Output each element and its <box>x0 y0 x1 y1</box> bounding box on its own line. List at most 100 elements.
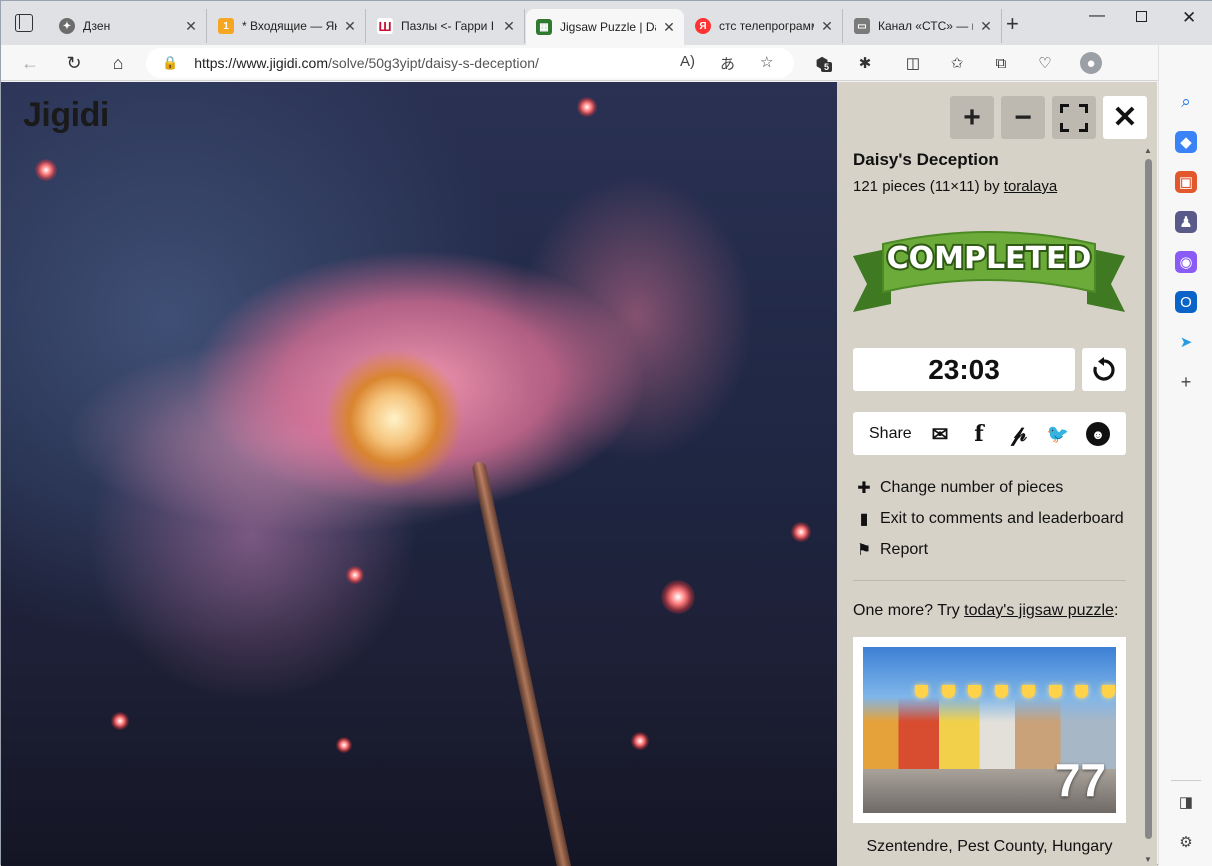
refresh-button[interactable]: ↻ <box>62 51 86 75</box>
change-pieces-link[interactable]: ✚ Change number of pieces <box>853 477 1063 499</box>
puzzle-title: Daisy's Deception <box>853 150 999 169</box>
edge-sidebar: ⌕ ◆ ▣ ♟ ◉ O ➤ + ◨ ⚙ <box>1158 45 1212 866</box>
tab-title: Jigsaw Puzzle | Da <box>560 20 656 34</box>
menu-label: Report <box>880 541 929 558</box>
tab-sts-program[interactable]: Я стс телепрограмм ✕ <box>685 9 843 43</box>
bokeh-light <box>791 522 811 542</box>
facebook-icon[interactable]: f <box>967 421 991 447</box>
tab-jigidi[interactable]: ▦ Jigsaw Puzzle | Da ✕ <box>526 9 684 45</box>
scroll-down-arrow[interactable]: ▼ <box>1144 855 1152 864</box>
zoom-in-button[interactable]: + <box>950 96 994 139</box>
puzzle-day-number: 77 <box>1054 754 1106 806</box>
tab-mail[interactable]: 1 * Входящие — Ян ✕ <box>208 9 366 43</box>
office-icon[interactable]: ◉ <box>1175 251 1197 273</box>
performance-icon[interactable]: ♡ <box>1034 52 1056 74</box>
completed-ribbon: COMPLETED <box>853 231 1125 312</box>
completed-label: COMPLETED <box>887 241 1092 276</box>
share-bar: Share ✉ f 𝓅 🐦 ☻ <box>853 412 1126 455</box>
extensions-icon[interactable]: ✱ <box>854 52 876 74</box>
tab-close-icon[interactable]: ✕ <box>502 18 516 35</box>
tab-title: * Входящие — Ян <box>242 19 337 33</box>
tab-actions-icon[interactable] <box>15 14 33 32</box>
tab-close-icon[interactable]: ✕ <box>343 18 357 35</box>
puzzles-favicon-icon: Ш <box>377 18 393 34</box>
tab-sts-channel[interactable]: ▭ Канал «СТС» — п ✕ <box>844 9 1002 43</box>
close-puzzle-button[interactable]: ✕ <box>1103 96 1147 139</box>
monitor-favicon-icon: ▭ <box>854 18 870 34</box>
tab-puzzles[interactable]: Ш Пазлы <- Гарри I ✕ <box>367 9 525 43</box>
tab-close-icon[interactable]: ✕ <box>184 18 198 35</box>
fullscreen-button[interactable] <box>1052 96 1096 139</box>
exit-to-comments-link[interactable]: ▮ Exit to comments and leaderboard <box>853 508 1124 530</box>
share-label: Share <box>869 425 912 442</box>
flower-stem <box>471 460 573 866</box>
menu-label: Change number of pieces <box>880 479 1064 496</box>
tab-title: стс телепрограмм <box>719 19 814 33</box>
url-text: https://www.jigidi.com/solve/50g3yipt/da… <box>194 55 539 71</box>
tab-close-icon[interactable]: ✕ <box>979 18 993 35</box>
reddit-icon[interactable]: ☻ <box>1086 422 1110 446</box>
extension-count-badge: 5 <box>821 62 833 72</box>
games-icon[interactable]: ♟ <box>1175 211 1197 233</box>
favorite-star-icon[interactable]: ☆ <box>760 53 773 71</box>
zoom-out-button[interactable]: − <box>1001 96 1045 139</box>
back-button[interactable]: ← <box>18 51 42 75</box>
search-icon[interactable]: ⌕ <box>1175 91 1197 113</box>
maximize-button[interactable] <box>1136 11 1147 22</box>
twitter-icon[interactable]: 🐦 <box>1046 422 1070 446</box>
outlook-icon[interactable]: O <box>1175 291 1197 313</box>
pinterest-icon[interactable]: 𝓅 <box>1007 421 1031 447</box>
todays-puzzle-thumbnail[interactable]: 77 <box>863 647 1116 813</box>
scroll-thumb[interactable] <box>1145 159 1152 839</box>
home-button[interactable]: ⌂ <box>106 51 130 75</box>
bokeh-light <box>336 737 352 753</box>
jigidi-logo[interactable]: Jigidi <box>23 96 109 135</box>
send-icon[interactable]: ➤ <box>1175 331 1197 353</box>
new-tab-button[interactable]: + <box>1006 13 1019 35</box>
read-aloud-icon[interactable]: A) <box>680 53 695 70</box>
address-toolbar: ← ↻ ⌂ 🔒 https://www.jigidi.com/solve/50g… <box>1 45 1212 81</box>
tools-icon[interactable]: ▣ <box>1175 171 1197 193</box>
tab-close-icon[interactable]: ✕ <box>820 18 834 35</box>
tab-title: Пазлы <- Гарри I <box>401 19 495 33</box>
collections-icon[interactable]: ⧉ <box>990 52 1012 74</box>
restart-icon <box>1093 356 1115 381</box>
sidebar-toggle-icon[interactable]: ◨ <box>1175 791 1197 813</box>
split-screen-icon[interactable]: ◫ <box>902 52 924 74</box>
panel-scrollbar[interactable]: ▲ ▼ <box>1142 144 1155 866</box>
tab-strip: ✦ Дзен ✕ 1 * Входящие — Ян ✕ Ш Пазлы <- … <box>1 1 1212 45</box>
profile-avatar[interactable]: ● <box>1080 52 1102 74</box>
tab-title: Канал «СТС» — п <box>878 19 973 33</box>
jigidi-favicon-icon: ▦ <box>536 19 552 35</box>
close-window-button[interactable]: ✕ <box>1182 8 1196 28</box>
lock-icon[interactable]: 🔒 <box>162 55 178 71</box>
email-icon[interactable]: ✉ <box>928 422 952 446</box>
translate-icon[interactable]: あ <box>720 53 735 74</box>
favorites-icon[interactable]: ✩ <box>946 52 968 74</box>
panel-divider <box>853 580 1126 581</box>
minimize-button[interactable]: — <box>1089 7 1105 25</box>
todays-puzzle-card[interactable]: 77 <box>853 637 1126 823</box>
yandex-favicon-icon: Я <box>695 18 711 34</box>
sidebar-divider <box>1171 780 1201 781</box>
flag-icon: ⚑ <box>856 542 872 559</box>
tab-title: Дзен <box>83 19 111 33</box>
bokeh-light <box>35 159 57 181</box>
tab-dzen[interactable]: ✦ Дзен ✕ <box>49 9 207 43</box>
menu-label: Exit to comments and leaderboard <box>880 510 1124 527</box>
street-lanterns <box>915 685 1115 705</box>
address-bar[interactable]: 🔒 https://www.jigidi.com/solve/50g3yipt/… <box>146 48 794 78</box>
todays-puzzle-link[interactable]: today's jigsaw puzzle <box>964 602 1114 619</box>
bokeh-light <box>661 580 695 614</box>
bokeh-light <box>111 712 129 730</box>
settings-gear-icon[interactable]: ⚙ <box>1175 831 1197 853</box>
restart-button[interactable] <box>1082 348 1126 391</box>
bokeh-light <box>346 566 364 584</box>
scroll-up-arrow[interactable]: ▲ <box>1144 146 1152 155</box>
report-link[interactable]: ⚑ Report <box>853 539 928 561</box>
author-link[interactable]: toralaya <box>1004 178 1057 195</box>
puzzle-image[interactable]: Jigidi <box>1 82 837 866</box>
add-sidebar-icon[interactable]: + <box>1175 371 1197 393</box>
shopping-tag-icon[interactable]: ◆ <box>1175 131 1197 153</box>
tab-close-icon[interactable]: ✕ <box>662 19 676 36</box>
